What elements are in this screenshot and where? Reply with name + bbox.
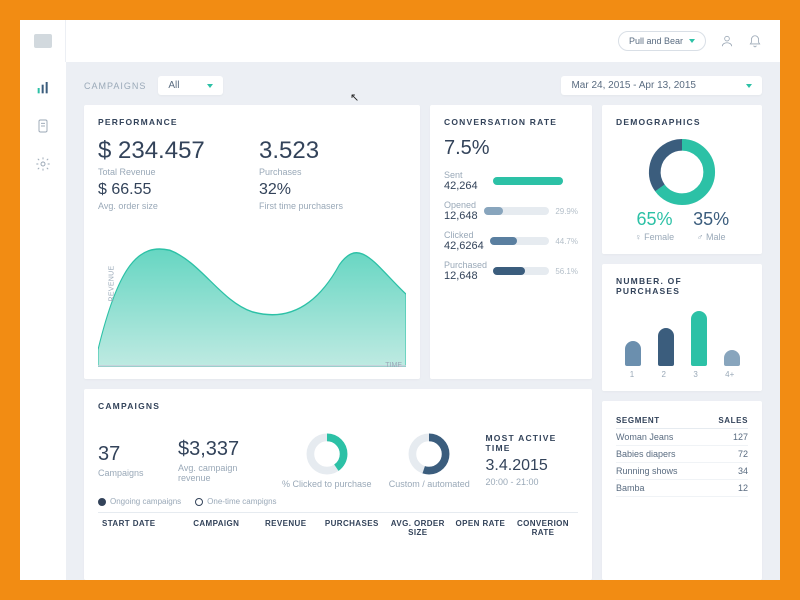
purchase-bar bbox=[724, 350, 740, 367]
chart-ylabel: REVENUE bbox=[108, 265, 115, 301]
stage-row: Sent 42,264 bbox=[444, 170, 578, 192]
campaign-select[interactable]: All bbox=[158, 76, 223, 95]
avg-campaign-rev: $3,337 bbox=[178, 438, 271, 461]
main-content: CAMPAIGNS All Mar 24, 2015 - Apr 13, 201… bbox=[66, 62, 780, 580]
first-time-value: 32% bbox=[259, 181, 406, 199]
segment-col2: SALES bbox=[705, 413, 748, 429]
filters-bar: CAMPAIGNS All Mar 24, 2015 - Apr 13, 201… bbox=[84, 76, 762, 95]
card-title: CONVERSATION RATE bbox=[444, 117, 578, 127]
purchases-value: 3.523 bbox=[259, 137, 406, 165]
most-active-title: MOST ACTIVE TIME bbox=[486, 433, 579, 453]
table-header-cell[interactable]: AVG. ORDER SIZE bbox=[387, 519, 449, 537]
purchase-bar bbox=[691, 311, 707, 366]
demographics-card: DEMOGRAPHICS 65% ♀ Female bbox=[602, 105, 762, 254]
most-active-date: 3.4.2015 bbox=[486, 457, 579, 475]
bell-icon[interactable] bbox=[748, 34, 762, 48]
female-pct: 65% bbox=[635, 209, 674, 230]
male-label: ♂ Male bbox=[693, 232, 729, 242]
table-header-cell[interactable]: OPEN RATE bbox=[453, 519, 508, 537]
demographics-donut bbox=[616, 137, 748, 207]
radio-onetime[interactable]: One-time campigns bbox=[195, 497, 276, 506]
campaigns-label: CAMPAIGNS bbox=[84, 81, 146, 91]
revenue-area-chart: REVENUE TIME bbox=[98, 221, 406, 367]
table-header-cell[interactable]: CONVERION RATE bbox=[512, 519, 574, 537]
radio-ongoing[interactable]: Ongoing campaigns bbox=[98, 497, 181, 506]
table-header-cell[interactable]: CAMPAIGN bbox=[182, 519, 251, 537]
stage-row: Purchased 12,648 56.1% bbox=[444, 260, 578, 282]
male-pct: 35% bbox=[693, 209, 729, 230]
campaign-count-label: Campaigns bbox=[98, 468, 168, 478]
campaigns-card: CAMPAIGNS 37 Campaigns $3,337 Avg. campa… bbox=[84, 389, 592, 580]
chevron-down-icon bbox=[746, 84, 752, 88]
stage-row: Clicked 42,6264 44.7% bbox=[444, 230, 578, 252]
user-icon[interactable] bbox=[720, 34, 734, 48]
header: Pull and Bear bbox=[66, 20, 780, 62]
purchase-bar bbox=[658, 328, 674, 367]
chevron-down-icon bbox=[207, 84, 213, 88]
brand-select[interactable]: Pull and Bear bbox=[618, 31, 706, 51]
table-header-cell[interactable]: START DATE bbox=[102, 519, 178, 537]
campaign-count: 37 bbox=[98, 443, 168, 466]
table-row: Woman Jeans127 bbox=[616, 429, 748, 446]
purchases-label: Purchases bbox=[259, 167, 406, 177]
donut-clicked-purchase bbox=[304, 431, 350, 477]
table-row: Babies diapers72 bbox=[616, 446, 748, 463]
stage-row: Opened 12,648 29.9% bbox=[444, 200, 578, 222]
campaign-select-value: All bbox=[168, 80, 179, 91]
table-row: Bamba12 bbox=[616, 480, 748, 497]
most-active-window: 20:00 - 21:00 bbox=[486, 477, 579, 487]
donut1-label: % Clicked to purchase bbox=[281, 479, 374, 489]
brand-select-label: Pull and Bear bbox=[629, 36, 683, 46]
total-revenue-label: Total Revenue bbox=[98, 167, 245, 177]
avg-campaign-rev-label: Avg. campaign revenue bbox=[178, 463, 271, 483]
card-title: NUMBER. OF PURCHASES bbox=[616, 276, 748, 296]
segment-card: SEGMENT SALES Woman Jeans127Babies diape… bbox=[602, 401, 762, 580]
mouse-cursor-icon: ↖ bbox=[350, 91, 359, 104]
conversation-card: CONVERSATION RATE 7.5% Sent 42,264 Opene… bbox=[430, 105, 592, 379]
num-purchases-card: NUMBER. OF PURCHASES 1234+ bbox=[602, 264, 762, 391]
first-time-label: First time purchasers bbox=[259, 201, 406, 211]
conversation-rate: 7.5% bbox=[444, 137, 578, 160]
total-revenue-value: $ 234.457 bbox=[98, 137, 245, 165]
sidebar-item-settings[interactable] bbox=[34, 156, 52, 172]
chart-xlabel: TIME bbox=[385, 362, 402, 369]
card-title: PERFORMANCE bbox=[98, 117, 406, 127]
segment-col1: SEGMENT bbox=[616, 413, 705, 429]
card-title: DEMOGRAPHICS bbox=[616, 117, 748, 127]
date-range-select[interactable]: Mar 24, 2015 - Apr 13, 2015 bbox=[561, 76, 762, 95]
table-row: Running shows34 bbox=[616, 463, 748, 480]
donut-custom-auto bbox=[406, 431, 452, 477]
sidebar-item-analytics[interactable] bbox=[34, 80, 52, 96]
table-header-cell[interactable]: REVENUE bbox=[255, 519, 317, 537]
date-range-value: Mar 24, 2015 - Apr 13, 2015 bbox=[571, 80, 696, 91]
sidebar-item-reports[interactable] bbox=[34, 118, 52, 134]
donut2-label: Custom / automated bbox=[383, 479, 476, 489]
purchase-bar bbox=[625, 341, 641, 366]
performance-card: PERFORMANCE $ 234.457 Total Revenue 3.52… bbox=[84, 105, 420, 379]
logo-area bbox=[20, 20, 66, 62]
campaigns-table-header: START DATECAMPAIGNREVENUEPURCHASESAVG. O… bbox=[98, 512, 578, 539]
avg-order-value: $ 66.55 bbox=[98, 181, 245, 199]
table-header-cell[interactable]: PURCHASES bbox=[321, 519, 383, 537]
chevron-down-icon bbox=[689, 39, 695, 43]
card-title: CAMPAIGNS bbox=[98, 401, 578, 411]
purchases-bar-chart bbox=[616, 306, 748, 366]
logo-icon bbox=[34, 34, 52, 48]
sidebar bbox=[20, 62, 66, 580]
female-label: ♀ Female bbox=[635, 232, 674, 242]
avg-order-label: Avg. order size bbox=[98, 201, 245, 211]
